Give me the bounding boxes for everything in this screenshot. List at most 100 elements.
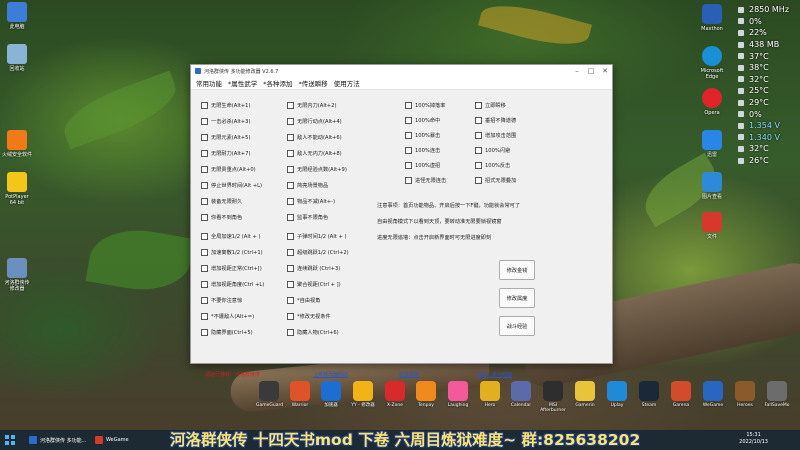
checkbox-box[interactable]	[201, 214, 208, 221]
windows-start-icon[interactable]	[5, 435, 15, 445]
checkbox-box[interactable]	[287, 249, 294, 256]
checkbox-col3-3[interactable]: 100%连击	[405, 147, 440, 154]
checkbox-col3-0[interactable]: 100%掉落率	[405, 102, 445, 109]
checkbox-col1-9[interactable]: 加速离散1/2 (Ctrl+1)	[201, 249, 263, 256]
desktop-icon-file[interactable]: 文件	[698, 212, 726, 240]
checkbox-box[interactable]	[287, 297, 294, 304]
desktop-icon-trainer[interactable]: 河洛群侠传 修改器	[2, 258, 32, 292]
checkbox-col2-8[interactable]: 子弹时间1/2 (Alt + )	[287, 233, 346, 240]
checkbox-col2-9[interactable]: 超级跳跃1/2 (Ctrl+2)	[287, 249, 349, 256]
desktop-icon-xunlei[interactable]: 迅雷	[698, 130, 726, 158]
checkbox-col1-1[interactable]: 一击必杀(Alt+3)	[201, 118, 250, 125]
checkbox-col1-5[interactable]: 停止世界时间(Alt +L)	[201, 182, 262, 189]
desktop-icon-maxthon[interactable]: Maxthon	[698, 4, 726, 32]
desktop-icon-2[interactable]: 加速器	[318, 381, 344, 408]
checkbox-col4-3[interactable]: 100%闪避	[475, 147, 510, 154]
checkbox-box[interactable]	[287, 329, 294, 336]
checkbox-box[interactable]	[201, 281, 208, 288]
desktop-icon-16[interactable]: FallSaveMo	[764, 381, 790, 408]
desktop-icon-0[interactable]: GameGuard	[256, 381, 283, 408]
checkbox-col1-14[interactable]: 隐藏界面(Ctrl+5)	[201, 329, 253, 336]
checkbox-box[interactable]	[475, 117, 482, 124]
checkbox-box[interactable]	[287, 198, 294, 205]
desktop-icon-15[interactable]: Heroes	[732, 381, 758, 408]
checkbox-col3-5[interactable]: 进怪无限连击	[405, 177, 446, 184]
checkbox-col2-14[interactable]: 隐藏人物(Ctrl+6)	[287, 329, 339, 336]
checkbox-col2-2[interactable]: 敌人不能动(Alt+6)	[287, 134, 342, 141]
checkbox-col1-10[interactable]: 增加视距正常(Ctrl+[)	[201, 265, 262, 272]
checkbox-box[interactable]	[287, 214, 294, 221]
checkbox-box[interactable]	[287, 265, 294, 272]
tab-teleport[interactable]: *传送瞬移	[299, 78, 328, 88]
checkbox-box[interactable]	[475, 162, 482, 169]
tab-common[interactable]: 常用功能	[196, 78, 222, 88]
checkbox-col2-10[interactable]: 连续跳跃 (Ctrl+3)	[287, 265, 340, 272]
checkbox-box[interactable]	[287, 118, 294, 125]
checkbox-box[interactable]	[405, 162, 412, 169]
checkbox-box[interactable]	[287, 166, 294, 173]
checkbox-box[interactable]	[201, 118, 208, 125]
checkbox-box[interactable]	[287, 102, 294, 109]
checkbox-col4-5[interactable]: 招式无限叠加	[475, 177, 516, 184]
checkbox-box[interactable]	[287, 150, 294, 157]
checkbox-col2-3[interactable]: 敌人无内力(Alt+8)	[287, 150, 342, 157]
checkbox-box[interactable]	[475, 102, 482, 109]
checkbox-box[interactable]	[201, 313, 208, 320]
checkbox-box[interactable]	[475, 132, 482, 139]
desktop-icon-3[interactable]: YY - 修改器	[350, 381, 376, 408]
checkbox-col1-2[interactable]: 无限元素(Alt+5)	[201, 134, 250, 141]
modify-attribute-button[interactable]: 修改属度	[499, 288, 535, 308]
checkbox-col1-4[interactable]: 无限贵重点(Alt+0)	[201, 166, 256, 173]
checkbox-box[interactable]	[201, 297, 208, 304]
desktop-icon-huorong[interactable]: 火绒安全软件	[2, 130, 32, 158]
checkbox-col1-12[interactable]: 不要你注意惊	[201, 297, 242, 304]
checkbox-col3-4[interactable]: 100%虚招	[405, 162, 440, 169]
checkbox-box[interactable]	[287, 313, 294, 320]
taskbar-item-wegame[interactable]: WeGame	[92, 432, 129, 448]
checkbox-col4-4[interactable]: 100%反击	[475, 162, 510, 169]
desktop-icon-10[interactable]: Gamerin	[572, 381, 598, 408]
checkbox-box[interactable]	[475, 147, 482, 154]
author-link[interactable]: 作者：多少暗面	[477, 371, 512, 378]
checkbox-box[interactable]	[201, 134, 208, 141]
minimize-button[interactable]: –	[570, 67, 584, 75]
desktop-icon-9[interactable]: MSI Afterburner	[540, 381, 566, 413]
tab-add[interactable]: *各种添加	[263, 78, 292, 88]
checkbox-box[interactable]	[287, 281, 294, 288]
checkbox-col3-2[interactable]: 100%暴击	[405, 132, 440, 139]
modify-money-button[interactable]: 修改金钱	[499, 260, 535, 280]
check-update-link[interactable]: 检查更新	[399, 371, 419, 378]
checkbox-box[interactable]	[475, 177, 482, 184]
desktop-icon-photo[interactable]: 图片查看	[698, 172, 726, 200]
checkbox-box[interactable]	[287, 134, 294, 141]
checkbox-col4-1[interactable]: 垂招不降道德	[475, 117, 516, 124]
desktop-icon-7[interactable]: Hero	[477, 381, 503, 408]
checkbox-box[interactable]	[201, 182, 208, 189]
desktop-icon-8[interactable]: Calendar	[508, 381, 534, 408]
desktop-icon-14[interactable]: WeGame	[700, 381, 726, 408]
checkbox-col1-7[interactable]: 你看不到角色	[201, 214, 242, 221]
tab-attributes[interactable]: *属性武学	[228, 78, 257, 88]
checkbox-box[interactable]	[405, 177, 412, 184]
desktop-icon-computer[interactable]: 此电脑	[2, 2, 32, 30]
desktop-icon-1[interactable]: Warrior	[287, 381, 313, 408]
desktop-icon-4[interactable]: X-Zone	[382, 381, 408, 408]
checkbox-box[interactable]	[287, 233, 294, 240]
checkbox-col2-6[interactable]: 物品不减(Alt+-)	[287, 198, 335, 205]
checkbox-col2-0[interactable]: 无限内力(Alt+2)	[287, 102, 336, 109]
checkbox-box[interactable]	[405, 102, 412, 109]
desktop-icon-5[interactable]: Tenpay	[413, 381, 439, 408]
checkbox-box[interactable]	[201, 329, 208, 336]
checkbox-col1-11[interactable]: 增加视距角度(Ctrl +L)	[201, 281, 264, 288]
checkbox-col2-7[interactable]: 监事不限角色	[287, 214, 328, 221]
title-bar[interactable]: 河洛群侠传 多功能修改器 V2.6.7 – □ ✕	[191, 65, 612, 77]
taskbar-clock[interactable]: 15:31 2022/10/13	[739, 432, 768, 446]
checkbox-box[interactable]	[287, 182, 294, 189]
desktop-icon-6[interactable]: Laughing	[445, 381, 471, 408]
checkbox-box[interactable]	[201, 166, 208, 173]
checkbox-col1-6[interactable]: 装备无限耐久	[201, 198, 242, 205]
checkbox-col1-13[interactable]: *不遭敌人(Alt+=)	[201, 313, 254, 320]
checkbox-col2-11[interactable]: 聚合视距(Ctrl + ])	[287, 281, 341, 288]
checkbox-col2-4[interactable]: 无限经验点数(Alt+9)	[287, 166, 347, 173]
checkbox-box[interactable]	[405, 117, 412, 124]
